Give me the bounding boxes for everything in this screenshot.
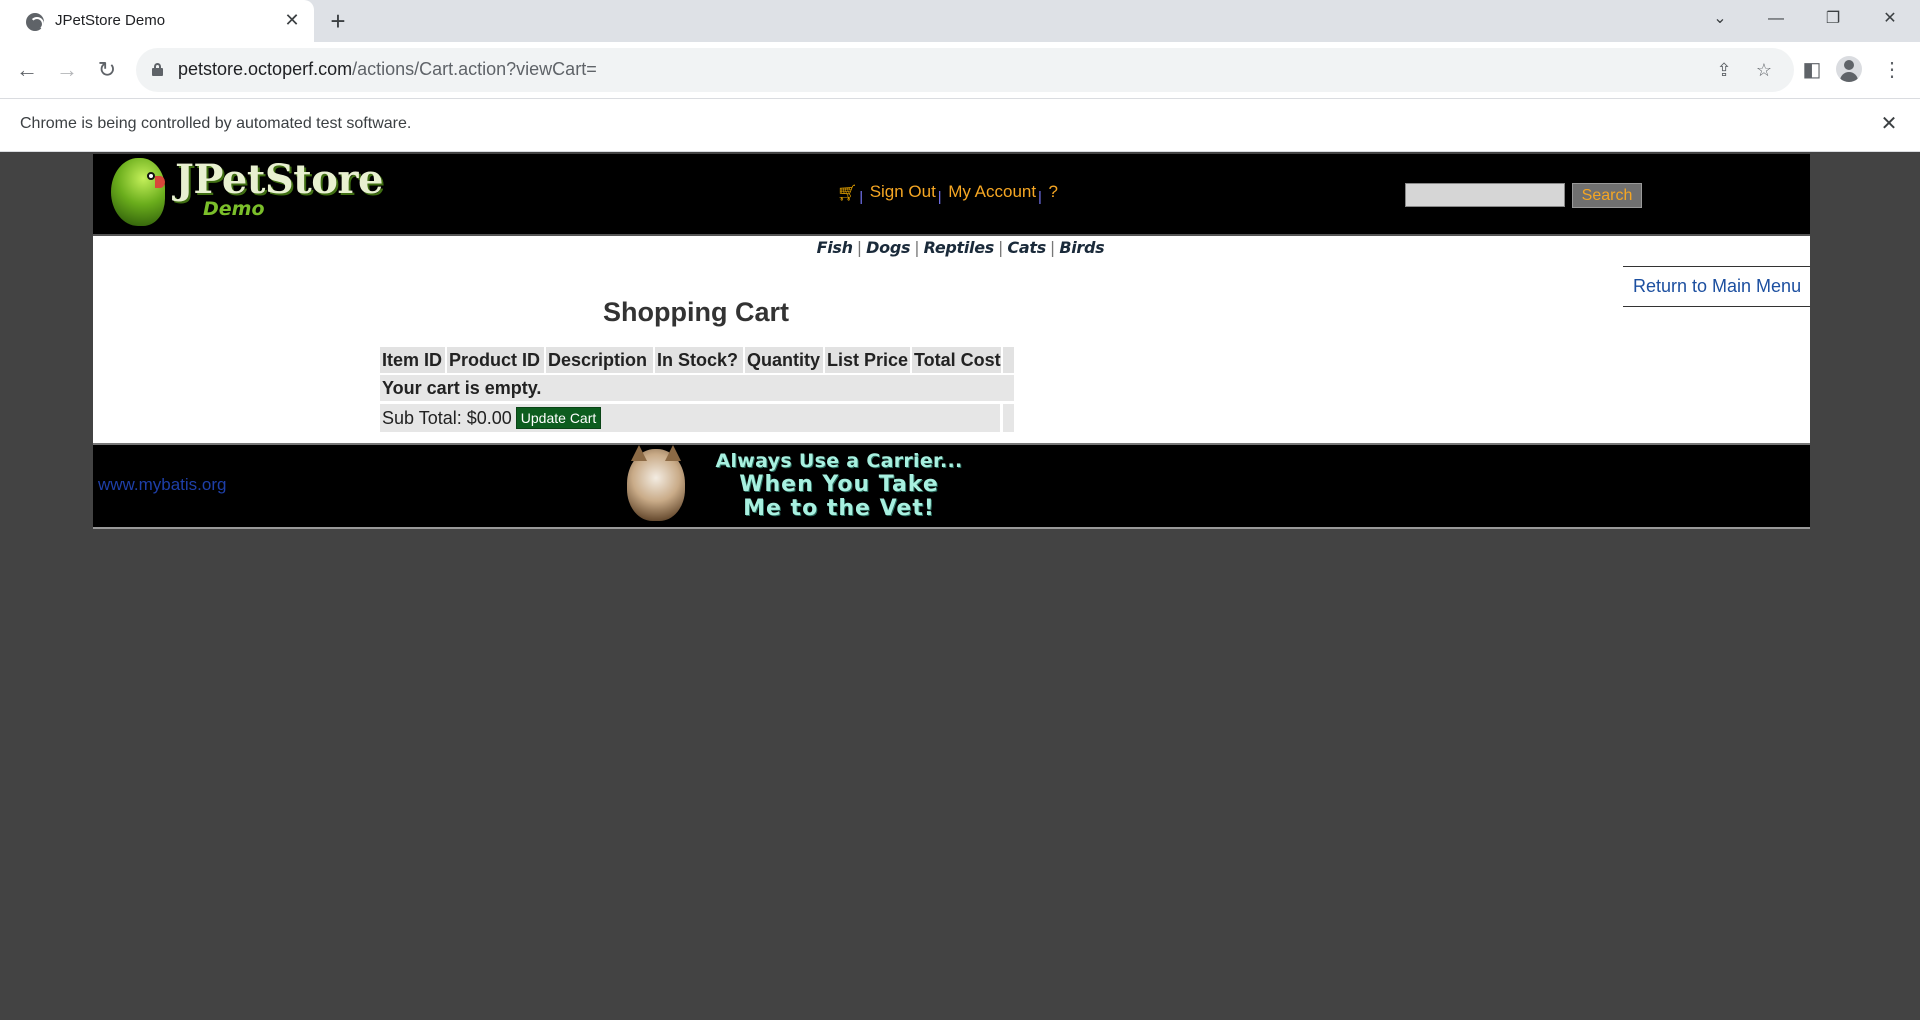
column-header-item-id: Item ID (380, 347, 445, 373)
globe-icon (26, 13, 44, 31)
quicklink-separator: | (998, 238, 1004, 257)
infobar-close-icon[interactable]: ✕ (1876, 111, 1902, 137)
reload-icon[interactable]: ↻ (89, 52, 125, 88)
category-link-reptiles[interactable]: Reptiles (924, 238, 995, 257)
restore-icon[interactable]: ❐ (1805, 0, 1861, 38)
cart-icon[interactable]: 🛒︎ (837, 183, 857, 203)
back-icon[interactable]: ← (9, 52, 45, 88)
quicklink-separator: | (856, 238, 863, 257)
subtotal-row: Sub Total: $0.00 Update Cart (380, 404, 1000, 432)
browser-tabstrip: JPetStore Demo ✕ + ⌄ — ❐ ✕ (0, 0, 1920, 42)
update-cart-button[interactable]: Update Cart (515, 407, 602, 429)
parrot-beak (155, 176, 165, 188)
account-menu: 🛒︎ | Sign Out | My Account | ? (837, 182, 1058, 204)
forward-icon[interactable]: → (49, 52, 85, 88)
infobar-text: Chrome is being controlled by automated … (20, 115, 412, 132)
subtotal-row-tail (1003, 404, 1014, 432)
category-link-birds[interactable]: Birds (1059, 238, 1104, 257)
subtotal-label: Sub Total: $0.00 (382, 408, 512, 428)
profile-icon[interactable] (1836, 56, 1862, 82)
kebab-menu-icon[interactable]: ⋮ (1876, 54, 1908, 86)
address-bar[interactable]: petstore.octoperf.com/actions/Cart.actio… (136, 48, 1794, 92)
category-link-cats[interactable]: Cats (1007, 238, 1046, 257)
my-account-link[interactable]: My Account (948, 182, 1036, 201)
tab-close-icon[interactable]: ✕ (281, 9, 303, 31)
url-host: petstore.octoperf.com (178, 59, 353, 79)
automation-infobar: Chrome is being controlled by automated … (0, 98, 1920, 152)
sign-out-link[interactable]: Sign Out (870, 182, 936, 201)
banner-text: Always Use a Carrier... When You Take Me… (689, 449, 989, 521)
vet-banner-image[interactable]: Always Use a Carrier... When You Take Me… (623, 445, 995, 527)
category-link-dogs[interactable]: Dogs (866, 238, 910, 257)
sidepanel-icon[interactable]: ◧ (1796, 54, 1828, 86)
menu-separator: | (859, 188, 863, 204)
column-header-in-stock: In Stock? (655, 347, 743, 373)
browser-tab[interactable]: JPetStore Demo ✕ (0, 0, 314, 42)
store-footer: www.mybatis.org Always Use a Carrier... … (93, 443, 1810, 529)
search-button[interactable]: Search (1572, 183, 1642, 208)
page-title: Shopping Cart (603, 297, 789, 327)
kitten-ear (631, 445, 647, 461)
banner-line-3: Me to the Vet! (743, 496, 935, 521)
menu-separator: | (937, 188, 942, 204)
browser-toolbar: ← → ↻ petstore.octoperf.com/actions/Cart… (0, 42, 1920, 98)
quicklink-separator: | (914, 238, 920, 257)
category-quicklinks: Fish | Dogs | Reptiles | Cats | Birds (93, 238, 1810, 257)
store-header: JPetStore Demo 🛒︎ | Sign Out | My Account |… (93, 154, 1810, 236)
kitten-ear (665, 445, 681, 461)
logo-title: JPetStore (175, 156, 383, 203)
quicklink-separator: | (1049, 238, 1056, 257)
category-link-fish[interactable]: Fish (817, 238, 853, 257)
share-icon[interactable]: ⇪ (1710, 56, 1738, 84)
column-header-product-id: Product ID (447, 347, 544, 373)
tab-title: JPetStore Demo (55, 12, 166, 29)
column-header-description: Description (546, 347, 653, 373)
help-link[interactable]: ? (1048, 182, 1057, 201)
chevron-down-icon[interactable]: ⌄ (1692, 0, 1748, 38)
url-text[interactable]: petstore.octoperf.com/actions/Cart.actio… (178, 59, 597, 80)
return-to-main-menu-link[interactable]: Return to Main Menu (1623, 266, 1810, 307)
url-path: /actions/Cart.action?viewCart= (352, 59, 597, 79)
menu-separator: | (1038, 188, 1042, 204)
minimize-icon[interactable]: — (1748, 0, 1804, 38)
banner-line-1: Always Use a Carrier... (715, 450, 963, 472)
lock-icon[interactable] (152, 63, 163, 76)
parrot-logo-image (111, 158, 165, 226)
parrot-eye (147, 172, 155, 180)
search-input[interactable] (1405, 183, 1565, 207)
banner-line-2: When You Take (739, 472, 939, 497)
empty-cart-message: Your cart is empty. (380, 375, 1014, 401)
logo-subtitle: Demo (203, 198, 265, 220)
star-icon[interactable]: ☆ (1750, 56, 1778, 84)
close-icon[interactable]: ✕ (1862, 0, 1918, 38)
new-tab-button[interactable]: + (324, 7, 352, 35)
column-header-list-price: List Price (825, 347, 910, 373)
column-header-remove (1003, 347, 1014, 373)
mybatis-link[interactable]: www.mybatis.org (98, 475, 226, 495)
column-header-quantity: Quantity (745, 347, 823, 373)
petstore-page: JPetStore Demo 🛒︎ | Sign Out | My Account |… (93, 154, 1810, 529)
store-logo[interactable]: JPetStore Demo (103, 154, 383, 232)
column-header-total-cost: Total Cost (912, 347, 1001, 373)
